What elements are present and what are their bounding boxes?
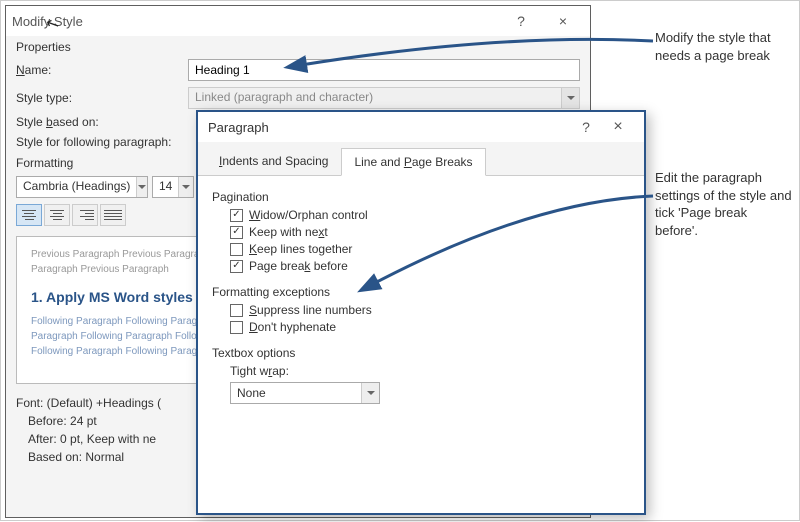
checkbox-icon[interactable]: ✓ [230, 226, 243, 239]
name-label: Name: [16, 63, 188, 77]
page-break-before-row[interactable]: ✓ Page break before [230, 259, 630, 273]
paragraph-tabs: Indents and Spacing Line and Page Breaks [198, 142, 644, 176]
suppress-line-numbers-row[interactable]: Suppress line numbers [230, 303, 630, 317]
tight-wrap-value: None [231, 383, 361, 403]
checkbox-icon[interactable] [230, 243, 243, 256]
modify-title-bar: Modify Style ↖ ? × [6, 6, 590, 36]
style-following-label: Style for following paragraph: [16, 135, 188, 149]
style-based-on-label: Style based on: [16, 115, 188, 129]
help-button[interactable]: ? [500, 7, 542, 35]
widow-orphan-label: Widow/Orphan control [249, 208, 368, 222]
style-type-value: Linked (paragraph and character) [189, 88, 561, 108]
paragraph-dialog: Paragraph ? × Indents and Spacing Line a… [196, 110, 646, 515]
style-type-row: Style type: Linked (paragraph and charac… [6, 84, 590, 112]
close-button[interactable]: × [602, 113, 634, 141]
keep-with-next-row[interactable]: ✓ Keep with next [230, 225, 630, 239]
style-type-combo: Linked (paragraph and character) [188, 87, 580, 109]
widow-orphan-row[interactable]: ✓ Widow/Orphan control [230, 208, 630, 222]
font-size-combo[interactable]: 14 [152, 176, 194, 198]
paragraph-title-bar: Paragraph ? × [198, 112, 644, 142]
font-name-combo[interactable]: Cambria (Headings) [16, 176, 148, 198]
annotation-page-break: Edit the paragraph settings of the style… [655, 169, 793, 239]
checkbox-icon[interactable] [230, 304, 243, 317]
align-left-button[interactable] [16, 204, 42, 226]
page-break-before-label: Page break before [249, 259, 348, 273]
keep-lines-together-row[interactable]: Keep lines together [230, 242, 630, 256]
name-row: Name: [6, 56, 590, 84]
close-button[interactable]: × [542, 7, 584, 35]
textbox-options-label: Textbox options [212, 346, 630, 360]
tab-line-page-breaks[interactable]: Line and Page Breaks [341, 148, 485, 176]
tight-wrap-label: Tight wrap: [230, 364, 630, 378]
help-button[interactable]: ? [570, 113, 602, 141]
pagination-label: Pagination [212, 190, 630, 204]
font-size-value: 14 [153, 177, 178, 197]
name-input[interactable] [188, 59, 580, 81]
tight-wrap-combo[interactable]: None [230, 382, 380, 404]
paragraph-body: Pagination ✓ Widow/Orphan control ✓ Keep… [198, 176, 644, 416]
chevron-down-icon [561, 88, 579, 108]
chevron-down-icon[interactable] [136, 177, 147, 197]
align-justify-button[interactable] [100, 204, 126, 226]
formatting-exceptions-label: Formatting exceptions [212, 285, 630, 299]
checkbox-icon[interactable] [230, 321, 243, 334]
checkbox-icon[interactable]: ✓ [230, 209, 243, 222]
properties-label: Properties [6, 36, 590, 56]
suppress-line-numbers-label: Suppress line numbers [249, 303, 372, 317]
align-right-button[interactable] [72, 204, 98, 226]
annotation-modify-style: Modify the style that needs a page break [655, 29, 793, 64]
dont-hyphenate-row[interactable]: Don't hyphenate [230, 320, 630, 334]
style-type-label: Style type: [16, 91, 188, 105]
checkbox-icon[interactable]: ✓ [230, 260, 243, 273]
font-name-value: Cambria (Headings) [17, 177, 136, 197]
keep-lines-together-label: Keep lines together [249, 242, 352, 256]
chevron-down-icon[interactable] [178, 177, 193, 197]
tab-indents-spacing[interactable]: Indents and Spacing [206, 147, 341, 175]
keep-with-next-label: Keep with next [249, 225, 328, 239]
chevron-down-icon[interactable] [361, 383, 379, 403]
dont-hyphenate-label: Don't hyphenate [249, 320, 336, 334]
align-center-button[interactable] [44, 204, 70, 226]
paragraph-title: Paragraph [208, 120, 269, 135]
